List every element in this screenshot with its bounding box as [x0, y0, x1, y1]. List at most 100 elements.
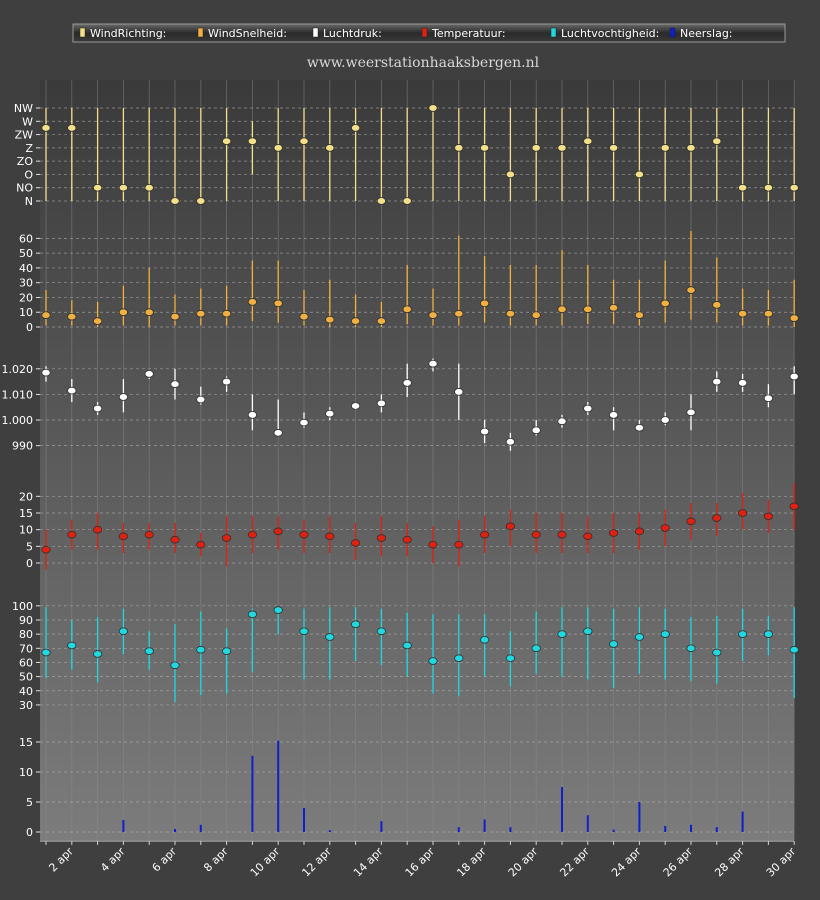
data-point [144, 183, 154, 192]
data-point [402, 379, 412, 387]
data-point [67, 641, 77, 650]
data-point [118, 627, 129, 636]
y-tick-label: 40 [19, 262, 33, 275]
data-point [608, 303, 619, 312]
x-tick-label: 22 apr [557, 845, 592, 880]
legend-label: Temperatuur: [431, 27, 506, 40]
data-point [454, 144, 464, 152]
y-tick-label: Z [25, 142, 33, 155]
data-point [118, 532, 129, 541]
precip-bar [303, 808, 305, 832]
data-point [583, 627, 593, 636]
data-point [634, 633, 645, 641]
data-point [376, 534, 386, 542]
data-point [299, 627, 309, 636]
data-point [402, 305, 412, 314]
data-point [350, 620, 361, 629]
precip-bar [199, 824, 202, 832]
x-tick-label: 20 apr [506, 845, 541, 880]
precip-bar [174, 829, 176, 832]
data-point [531, 311, 541, 319]
data-point [299, 418, 309, 427]
data-point [93, 317, 103, 325]
y-tick-label: 5 [26, 796, 33, 809]
y-tick-label: ZO [17, 155, 34, 168]
y-tick-label: 0 [26, 321, 33, 334]
data-point [350, 124, 361, 132]
precip-bar [483, 819, 486, 832]
data-point [505, 654, 515, 663]
y-tick-label: O [24, 168, 33, 181]
x-tick-label: 10 apr [248, 845, 283, 880]
data-point [118, 393, 129, 401]
data-point [118, 308, 129, 317]
x-tick-label: 8 apr [201, 845, 231, 875]
legend-swatch [669, 27, 676, 38]
y-tick-label: 100 [12, 600, 33, 613]
data-point [454, 309, 464, 318]
data-point [608, 411, 619, 419]
data-point [634, 423, 645, 432]
data-point [479, 530, 490, 539]
data-point [557, 530, 567, 539]
data-point [737, 379, 748, 387]
data-point [737, 183, 748, 192]
data-point [325, 144, 335, 152]
data-point [763, 183, 774, 192]
data-point [505, 522, 515, 531]
data-point [93, 183, 103, 192]
data-point [196, 395, 206, 404]
y-tick-label: 20 [19, 490, 33, 503]
precip-bar [561, 787, 563, 832]
site-url: www.weerstationhaaksbergen.nl [307, 55, 540, 71]
x-tick-label: 16 apr [403, 845, 438, 880]
data-point [273, 144, 283, 152]
legend-label: Neerslag: [680, 27, 733, 40]
data-point [144, 647, 154, 655]
data-point [789, 314, 799, 322]
data-point [557, 305, 567, 314]
data-point [789, 183, 799, 192]
data-point [505, 437, 515, 446]
precip-bar [612, 829, 615, 832]
y-tick-label: 10 [19, 766, 33, 779]
y-tick-label: 1.000 [2, 414, 34, 427]
legend-swatch [312, 27, 319, 38]
data-point [479, 299, 490, 308]
data-point [170, 661, 180, 670]
data-point [583, 137, 593, 146]
data-point [686, 144, 696, 152]
data-point [686, 286, 696, 294]
y-tick-label: ZW [15, 129, 34, 142]
data-point [299, 137, 309, 146]
x-tick-label: 30 apr [764, 845, 799, 880]
legend: WindRichting: WindSnelheid: Luchtdruk: Temp… [72, 23, 786, 43]
data-point [608, 529, 619, 537]
legend-swatch [79, 27, 86, 38]
legend-label: Luchtvochtigheid: [561, 27, 659, 40]
legend-swatch [550, 27, 557, 38]
data-point [428, 657, 438, 665]
data-point [144, 530, 154, 539]
data-point [247, 137, 257, 146]
y-tick-label: 50 [19, 671, 33, 684]
data-point [686, 408, 696, 417]
data-point [583, 404, 593, 413]
y-tick-label: 5 [26, 540, 33, 553]
data-point [273, 527, 283, 536]
data-point [479, 427, 490, 436]
data-point [583, 305, 593, 314]
data-point [763, 309, 774, 318]
data-point [660, 144, 670, 152]
data-point [196, 540, 206, 549]
data-point [789, 372, 799, 381]
y-tick-label: 10 [19, 306, 33, 319]
data-point [660, 524, 670, 532]
data-point [428, 540, 438, 549]
data-point [789, 645, 799, 654]
precip-bar [715, 827, 718, 832]
data-point [273, 606, 283, 614]
data-point [686, 644, 696, 653]
data-point [222, 377, 232, 386]
data-point [247, 610, 257, 619]
